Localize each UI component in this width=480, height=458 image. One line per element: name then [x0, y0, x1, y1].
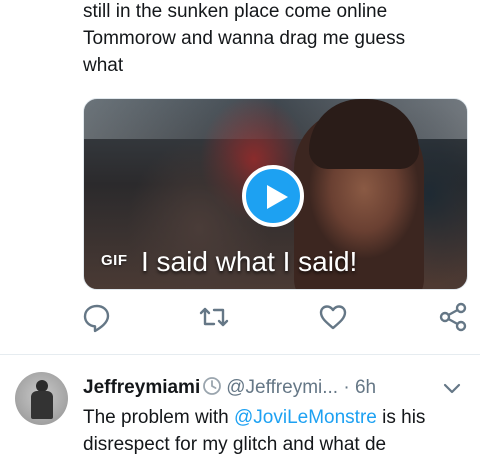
retweet-icon — [199, 307, 229, 327]
tweet-text-line: what — [83, 55, 124, 76]
display-name[interactable]: Jeffreymiami — [83, 377, 200, 398]
separator-dot: · — [343, 377, 350, 398]
play-button[interactable] — [242, 165, 304, 227]
retweet-button[interactable] — [197, 300, 233, 336]
avatar[interactable] — [15, 372, 68, 425]
tweet-text: still in the sunken place come online To… — [83, 0, 463, 79]
like-button[interactable] — [316, 300, 352, 336]
tweet-text-line: still in the sunken place come online — [83, 1, 388, 22]
chevron-down-icon[interactable] — [441, 378, 463, 400]
gif-badge: GIF — [101, 252, 128, 269]
play-icon — [267, 185, 288, 209]
tweet-text-line: disrespect for my glitch and what de — [83, 434, 387, 455]
reply-icon — [83, 304, 110, 333]
tweet-text-prefix: The problem with — [83, 407, 235, 428]
share-icon — [439, 302, 467, 332]
tweet-time[interactable]: 6h — [355, 377, 376, 398]
user-handle[interactable]: @Jeffreymi... — [226, 377, 338, 398]
reply-button[interactable] — [80, 300, 116, 336]
tweet-divider — [0, 354, 480, 355]
tweet-text-line: Tommorow and wanna drag me guess — [83, 28, 406, 49]
tweet-text-suffix: is his — [376, 407, 426, 428]
tweet-text: The problem with @JoviLeMonstre is his — [83, 404, 425, 431]
tweet-actions — [0, 300, 480, 336]
tweet-header: Jeffreymiami @Jeffreymi... · 6h — [83, 376, 376, 400]
gif-caption: I said what I said! — [141, 246, 358, 277]
clock-icon — [203, 377, 222, 395]
avatar-figure-body — [31, 391, 53, 419]
heart-icon — [319, 305, 347, 330]
share-button[interactable] — [436, 300, 472, 336]
mention-link[interactable]: @JoviLeMonstre — [234, 407, 377, 428]
